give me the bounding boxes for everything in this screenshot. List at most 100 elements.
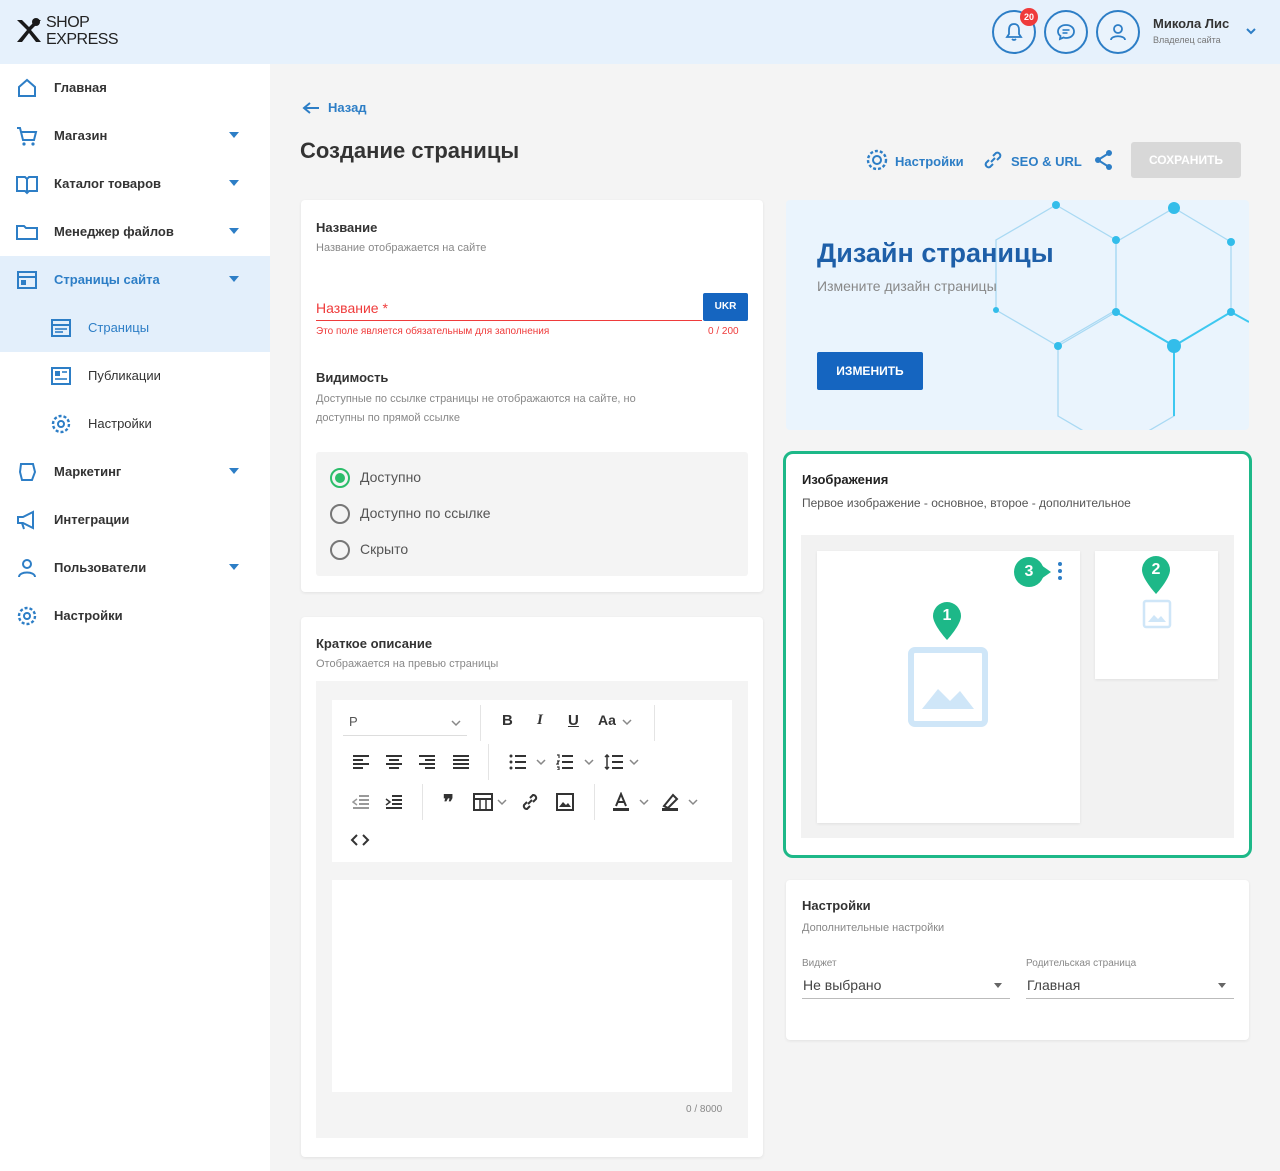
page-title: Создание страницы bbox=[300, 138, 520, 163]
megaphone-icon bbox=[17, 510, 34, 530]
sidebar-item-site-pages[interactable]: Страницы сайта bbox=[0, 256, 270, 304]
user-name[interactable]: Микола Лис bbox=[1153, 16, 1229, 31]
table-icon[interactable] bbox=[473, 793, 493, 811]
sidebar-item-marketing[interactable]: Маркетинг bbox=[0, 448, 270, 496]
design-banner: Дизайн страницы Измените дизайн страницы… bbox=[786, 200, 1249, 430]
description-editor[interactable] bbox=[332, 880, 732, 1092]
image-placeholder-icon bbox=[1142, 599, 1172, 629]
italic-icon[interactable]: I bbox=[537, 712, 543, 729]
chevron-down-icon[interactable] bbox=[229, 228, 239, 234]
blockquote-icon[interactable]: ❞ bbox=[443, 790, 454, 815]
logo-text-express: EXPRESS bbox=[46, 31, 119, 48]
toolbar-separator bbox=[488, 744, 489, 780]
chevron-down-icon[interactable] bbox=[994, 983, 1002, 988]
format-select-value: P bbox=[349, 714, 358, 729]
font-size-icon[interactable]: Aa bbox=[598, 712, 616, 728]
chevron-down-icon[interactable] bbox=[497, 798, 507, 806]
banner-subtitle: Измените дизайн страницы bbox=[817, 278, 997, 294]
seo-url-link[interactable]: SEO & URL bbox=[981, 148, 1082, 172]
logo-text-shop: SHOP bbox=[46, 14, 90, 31]
radio-unchecked-icon[interactable] bbox=[330, 504, 350, 524]
numbered-list-icon[interactable] bbox=[556, 754, 574, 770]
chevron-down-icon[interactable] bbox=[584, 758, 594, 766]
chevron-down-icon[interactable] bbox=[622, 718, 632, 726]
notifications-button[interactable]: 20 bbox=[992, 8, 1038, 54]
annotation-number: 2 bbox=[1151, 561, 1161, 578]
user-avatar-button[interactable] bbox=[1096, 10, 1140, 54]
sidebar-item-settings[interactable]: Настройки bbox=[0, 592, 270, 640]
chevron-down-icon[interactable] bbox=[688, 798, 698, 806]
sidebar-item-integrations[interactable]: Интеграции bbox=[0, 496, 270, 544]
bullet-list-icon[interactable] bbox=[509, 754, 527, 770]
share-icon[interactable] bbox=[1092, 148, 1116, 172]
seo-url-label: SEO & URL bbox=[1011, 154, 1082, 169]
chevron-down-icon[interactable] bbox=[229, 564, 239, 570]
underline-icon[interactable]: U bbox=[568, 712, 579, 729]
widget-select[interactable]: Не выбрано bbox=[803, 977, 881, 993]
align-left-icon[interactable] bbox=[352, 754, 370, 770]
sidebar-item-catalog[interactable]: Каталог товаров bbox=[0, 160, 270, 208]
chevron-down-icon[interactable] bbox=[1218, 983, 1226, 988]
sidebar-subitem-publications[interactable]: Публикации bbox=[0, 352, 270, 400]
sidebar-item-label: Магазин bbox=[54, 128, 108, 143]
align-justify-icon[interactable] bbox=[452, 754, 470, 770]
sidebar-subitem-pages[interactable]: Страницы bbox=[0, 304, 270, 352]
toolbar-separator bbox=[422, 784, 423, 820]
sidebar-subitem-settings[interactable]: Настройки bbox=[0, 400, 270, 448]
language-button[interactable]: UKR bbox=[703, 293, 748, 321]
format-select[interactable]: P bbox=[343, 710, 467, 736]
visibility-title: Видимость bbox=[316, 370, 389, 385]
back-link[interactable]: Назад bbox=[302, 100, 367, 115]
name-card-title: Название bbox=[316, 220, 378, 235]
bold-icon[interactable]: B bbox=[502, 712, 513, 729]
save-button[interactable]: СОХРАНИТЬ bbox=[1131, 142, 1241, 178]
marker-pointer-icon bbox=[1041, 565, 1051, 579]
code-view-icon[interactable] bbox=[350, 833, 370, 847]
widget-select-label: Виджет bbox=[802, 958, 837, 969]
chevron-down-icon[interactable] bbox=[629, 758, 639, 766]
chevron-down-icon[interactable] bbox=[229, 468, 239, 474]
sidebar-item-home[interactable]: Главная bbox=[0, 64, 270, 112]
shop-express-logo[interactable]: SHOP EXPRESS bbox=[14, 14, 124, 52]
visibility-desc-line2: доступны по прямой ссылке bbox=[316, 412, 460, 424]
home-icon bbox=[18, 78, 36, 97]
sidebar: Главная Магазин Каталог товаров Менеджер… bbox=[0, 64, 270, 1171]
link-icon[interactable] bbox=[520, 792, 540, 812]
pages-icon bbox=[17, 271, 37, 289]
more-vertical-icon[interactable] bbox=[1057, 561, 1063, 581]
chevron-down-icon[interactable] bbox=[639, 798, 649, 806]
parent-page-select[interactable]: Главная bbox=[1027, 977, 1080, 993]
chevron-up-icon[interactable] bbox=[229, 276, 239, 282]
line-height-icon[interactable] bbox=[604, 754, 624, 770]
align-center-icon[interactable] bbox=[385, 754, 403, 770]
description-card-title: Краткое описание bbox=[316, 636, 433, 651]
messages-button[interactable] bbox=[1044, 10, 1088, 54]
radio-checked-icon[interactable] bbox=[330, 468, 350, 488]
align-right-icon[interactable] bbox=[418, 754, 436, 770]
chevron-down-icon[interactable] bbox=[536, 758, 546, 766]
sidebar-item-users[interactable]: Пользователи bbox=[0, 544, 270, 592]
sidebar-item-shop[interactable]: Магазин bbox=[0, 112, 270, 160]
main-image-slot[interactable] bbox=[817, 551, 1080, 823]
users-icon bbox=[18, 559, 36, 578]
sidebar-item-label: Менеджер файлов bbox=[54, 224, 174, 239]
sidebar-item-label: Настройки bbox=[54, 608, 123, 623]
outdent-icon[interactable] bbox=[352, 794, 370, 810]
images-card-title: Изображения bbox=[802, 472, 889, 487]
image-insert-icon[interactable] bbox=[555, 792, 575, 812]
settings-link[interactable]: Настройки bbox=[865, 148, 964, 172]
indent-icon[interactable] bbox=[385, 794, 403, 810]
marketing-icon bbox=[18, 463, 37, 481]
gear-icon bbox=[866, 149, 888, 171]
chevron-down-icon[interactable] bbox=[229, 132, 239, 138]
highlight-icon[interactable] bbox=[660, 792, 680, 812]
arrow-left-icon bbox=[302, 102, 319, 114]
text-color-icon[interactable] bbox=[611, 792, 631, 812]
name-input[interactable]: Название * bbox=[316, 300, 388, 316]
change-design-button[interactable]: ИЗМЕНИТЬ bbox=[817, 352, 923, 390]
chevron-down-icon[interactable] bbox=[1244, 24, 1258, 38]
radio-unchecked-icon[interactable] bbox=[330, 540, 350, 560]
annotation-marker-3: 3 bbox=[1014, 557, 1044, 587]
sidebar-item-files[interactable]: Менеджер файлов bbox=[0, 208, 270, 256]
chevron-down-icon[interactable] bbox=[229, 180, 239, 186]
